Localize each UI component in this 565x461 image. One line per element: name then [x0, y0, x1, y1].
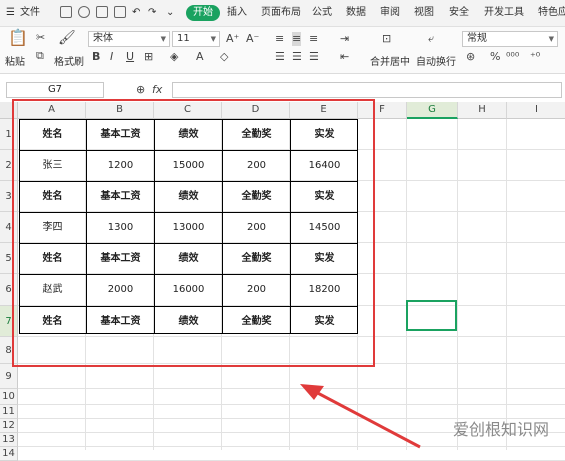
tab-home[interactable]: 开始 — [186, 5, 220, 21]
print-icon[interactable] — [96, 6, 108, 18]
underline-icon[interactable]: U — [126, 50, 134, 64]
print-preview-icon[interactable] — [114, 6, 126, 18]
wrap-icon[interactable]: ⤶ — [428, 32, 434, 46]
format-painter-button[interactable]: 格式刷 — [54, 53, 84, 68]
name-box[interactable]: G7 — [6, 82, 104, 98]
tab-security[interactable]: 安全 — [449, 5, 469, 21]
decrease-font-icon[interactable]: A⁻ — [246, 32, 259, 46]
tab-review[interactable]: 审阅 — [380, 5, 400, 21]
align-bottom-icon[interactable]: ≡ — [309, 32, 318, 46]
tab-insert[interactable]: 插入 — [227, 5, 247, 21]
arrow-shaft — [311, 388, 421, 449]
percent-icon[interactable]: % — [490, 50, 500, 64]
chevron-down-icon: ▼ — [548, 35, 554, 43]
outdent-icon[interactable]: ⇤ — [340, 50, 349, 64]
copy-icon[interactable]: ⧉ — [36, 49, 44, 63]
bold-icon[interactable]: B — [92, 50, 100, 64]
menu-bar: ☰ 文件 ↶ ↷ ⌄ 开始 插入 页面布局 公式 数据 审阅 视图 安全 开发工… — [0, 0, 565, 27]
arrow-head — [300, 384, 324, 400]
redo-icon[interactable]: ↷ — [148, 5, 156, 21]
font-name-value: 宋体 — [93, 33, 113, 44]
tab-page-layout[interactable]: 页面布局 — [261, 5, 301, 21]
formula-input[interactable] — [172, 82, 562, 98]
align-top-icon[interactable]: ≡ — [275, 32, 284, 46]
file-menu[interactable]: 文件 — [20, 5, 40, 21]
number-format-value: 常规 — [467, 33, 487, 44]
border-icon[interactable]: ⊞ — [144, 50, 153, 64]
undo-icon[interactable]: ↶ — [132, 5, 140, 21]
tab-special[interactable]: 特色应 — [538, 5, 565, 21]
increase-decimal-icon[interactable]: ⁺⁰ — [530, 50, 540, 64]
tab-data[interactable]: 数据 — [346, 5, 366, 21]
currency-icon[interactable]: ⊛ — [466, 50, 475, 64]
align-center-icon[interactable]: ☰ — [292, 50, 302, 64]
font-size-value: 11 — [177, 33, 190, 44]
paste-button[interactable]: 粘贴 — [5, 53, 25, 68]
font-size-select[interactable]: 11 ▼ — [172, 31, 220, 47]
chevron-down-icon: ▼ — [160, 35, 166, 43]
tab-formulas[interactable]: 公式 — [312, 5, 332, 21]
font-color-icon[interactable]: A — [196, 50, 204, 64]
cloud-icon[interactable] — [78, 6, 90, 18]
clear-icon[interactable]: ◇ — [220, 50, 228, 64]
indent-icon[interactable]: ⇥ — [340, 32, 349, 46]
annotation-arrow — [300, 384, 421, 449]
menu-icon[interactable]: ☰ — [6, 5, 15, 21]
paste-icon[interactable]: 📋 — [8, 30, 28, 46]
cut-icon[interactable]: ✂ — [36, 31, 45, 45]
fx-icon[interactable]: fx — [152, 83, 162, 97]
increase-font-icon[interactable]: A⁺ — [226, 32, 239, 46]
zoom-icon[interactable]: ⊕ — [136, 83, 145, 97]
worksheet-grid[interactable]: A B C D E F G H I 1 2 3 4 5 6 7 8 9 10 11 12 13 14 姓名 基本工资 绩效 全勤奖实… — [0, 99, 565, 461]
align-middle-icon[interactable]: ≡ — [292, 32, 302, 46]
align-right-icon[interactable]: ☰ — [309, 50, 319, 64]
merge-center-button[interactable]: 合并居中 — [370, 53, 410, 68]
tab-developer[interactable]: 开发工具 — [484, 5, 524, 21]
thousands-icon[interactable]: ⁰⁰⁰ — [506, 50, 519, 64]
font-name-select[interactable]: 宋体 ▼ — [88, 31, 170, 47]
chevron-down-icon: ▼ — [210, 35, 216, 43]
tab-view[interactable]: 视图 — [414, 5, 434, 21]
dropdown-icon[interactable]: ⌄ — [166, 5, 174, 21]
fill-color-icon[interactable]: ◈ — [170, 50, 178, 64]
ribbon: 📋 粘贴 ✂ ⧉ 🖌 格式刷 宋体 ▼ 11 ▼ A⁺ A⁻ B I U ⊞ ◈ A… — [0, 27, 565, 74]
save-icon[interactable] — [60, 6, 72, 18]
number-format-select[interactable]: 常规 ▼ — [462, 31, 558, 47]
watermark: 爱创根知识网 — [452, 420, 549, 439]
wrap-text-button[interactable]: 自动换行 — [416, 53, 456, 68]
italic-icon[interactable]: I — [110, 50, 113, 64]
format-painter-icon[interactable]: 🖌 — [58, 31, 76, 45]
formula-bar: G7 ⊕ fx — [0, 80, 565, 100]
align-left-icon[interactable]: ☰ — [275, 50, 285, 64]
merge-icon[interactable]: ⊡ — [382, 32, 391, 46]
